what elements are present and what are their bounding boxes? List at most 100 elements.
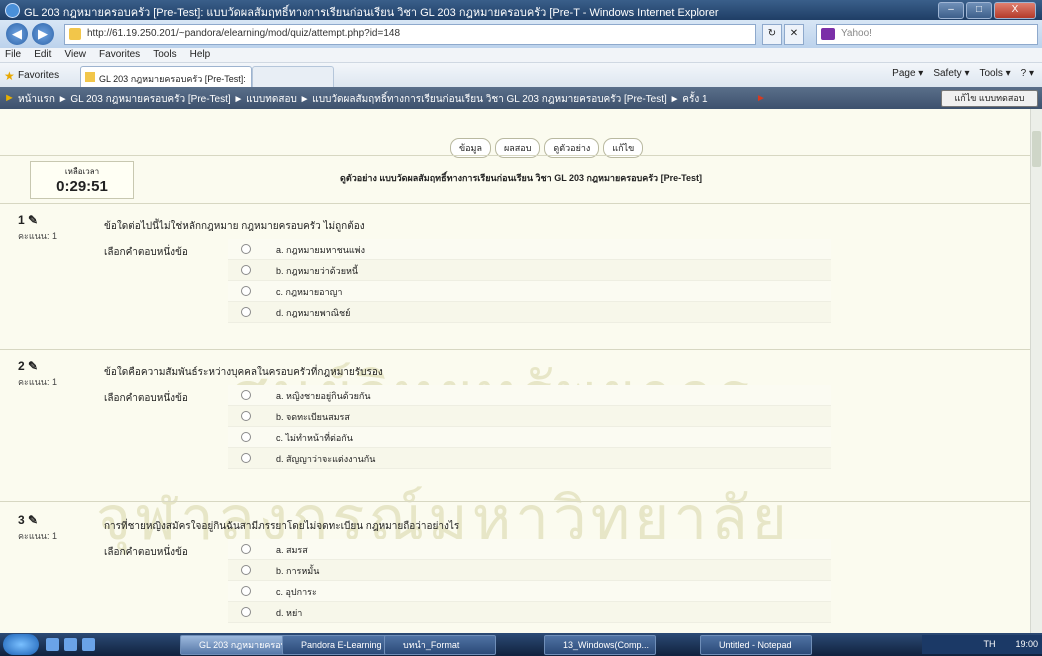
taskbar-button-word[interactable]: 13_Windows(Comp... xyxy=(544,635,656,655)
quicklaunch-media-icon[interactable] xyxy=(82,638,95,651)
timer-label: เหลือเวลา xyxy=(64,167,100,176)
option-label: b. การหมั้น xyxy=(276,566,320,576)
radio-button[interactable] xyxy=(241,244,251,254)
answer-option[interactable]: d. สัญญาว่าจะแต่งงานกัน xyxy=(228,448,831,469)
question-score: คะแนน: 1 xyxy=(18,531,57,541)
answer-option[interactable]: d. กฎหมายพาณิชย์ xyxy=(228,302,831,323)
option-label: b. จดทะเบียนสมรส xyxy=(276,412,350,422)
page-title: ดูตัวอย่าง แบบวัดผลสัมฤทธิ์ทางการเรียนก่… xyxy=(340,173,702,183)
answer-option[interactable]: d. หย่า xyxy=(228,602,831,623)
minimize-button[interactable]: – xyxy=(938,2,964,19)
page-favicon-icon xyxy=(69,28,81,40)
answer-prompt: เลือกคำตอบหนึ่งข้อ xyxy=(104,393,188,404)
system-tray: TH 19:00 xyxy=(922,635,1042,654)
answer-options: a. กฎหมายมหาชนแพ่ง b. กฎหมายว่าด้วยหนี้ … xyxy=(228,239,831,323)
option-label: c. ไม่ทำหน้าที่ต่อกัน xyxy=(276,433,353,443)
radio-button[interactable] xyxy=(241,544,251,554)
menu-edit[interactable]: Edit xyxy=(29,48,56,62)
language-indicator[interactable]: TH xyxy=(983,639,995,649)
safety-menu[interactable]: Safety ▾ xyxy=(933,68,969,79)
radio-button[interactable] xyxy=(241,265,251,275)
taskbar: GL 203 กฎหมายครอบครัว... Pandora E-Learn… xyxy=(0,633,1042,656)
divider xyxy=(0,155,1031,156)
quicklaunch-desktop-icon[interactable] xyxy=(64,638,77,651)
taskbar-button-ie[interactable]: GL 203 กฎหมายครอบครัว... xyxy=(180,635,292,655)
start-button[interactable] xyxy=(3,634,39,655)
radio-button[interactable] xyxy=(241,411,251,421)
answer-option[interactable]: c. ไม่ทำหน้าที่ต่อกัน xyxy=(228,427,831,448)
window-title: GL 203 กฎหมายครอบครัว [Pre-Test]: แบบวัด… xyxy=(24,7,719,19)
taskbar-button-notepad[interactable]: Untitled - Notepad xyxy=(700,635,812,655)
radio-button[interactable] xyxy=(241,432,251,442)
taskbar-button-format[interactable]: บทนำ_Format xyxy=(384,635,496,655)
radio-button[interactable] xyxy=(241,286,251,296)
menu-tools[interactable]: Tools xyxy=(148,48,181,62)
answer-option[interactable]: b. กฎหมายว่าด้วยหนี้ xyxy=(228,260,831,281)
tab-title: GL 203 กฎหมายครอบครัว [Pre-Test]: แบบวัด… xyxy=(99,74,247,84)
stop-button[interactable]: ✕ xyxy=(784,24,804,45)
back-button[interactable]: ◀ xyxy=(6,23,28,45)
option-label: a. กฎหมายมหาชนแพ่ง xyxy=(276,245,365,255)
scrollbar-thumb[interactable] xyxy=(1032,131,1041,167)
favorites-star-icon[interactable]: ★ xyxy=(4,69,15,83)
answer-option[interactable]: b. จดทะเบียนสมรส xyxy=(228,406,831,427)
radio-button[interactable] xyxy=(241,586,251,596)
favorites-bar: ★ Favorites GL 203 กฎหมายครอบครัว [Pre-T… xyxy=(0,63,1042,88)
question-number: 2 ✎ xyxy=(18,359,39,373)
question-text: การที่ชายหญิงสมัครใจอยู่กินฉันสามีภรรยาโ… xyxy=(104,521,460,532)
radio-button[interactable] xyxy=(241,453,251,463)
divider xyxy=(0,203,1031,204)
answer-option[interactable]: c. อุปการะ xyxy=(228,581,831,602)
yahoo-icon xyxy=(821,28,835,40)
help-menu[interactable]: ? ▾ xyxy=(1021,68,1034,79)
timer-value: 0:29:51 xyxy=(56,178,108,195)
answer-option[interactable]: a. สมรส xyxy=(228,539,831,560)
quicklaunch-ie-icon[interactable] xyxy=(46,638,59,651)
timer-box: เหลือเวลา 0:29:51 xyxy=(30,161,134,199)
tab-favicon-icon xyxy=(85,72,95,82)
radio-button[interactable] xyxy=(241,607,251,617)
search-input[interactable]: Yahoo! xyxy=(816,24,1038,45)
page-menu[interactable]: Page ▾ xyxy=(892,68,923,79)
flag-icon: ► xyxy=(756,93,766,104)
answer-option[interactable]: a. หญิงชายอยู่กินด้วยกัน xyxy=(228,385,831,406)
close-button[interactable]: X xyxy=(994,2,1036,19)
tools-menu[interactable]: Tools ▾ xyxy=(979,68,1010,79)
answer-option[interactable]: c. กฎหมายอาญา xyxy=(228,281,831,302)
new-tab-button[interactable] xyxy=(252,66,334,87)
menu-bar: File Edit View Favorites Tools Help xyxy=(0,48,1042,63)
page-content: ศูนย์วิทยทรัพยากร จุฬาลงกรณ์มหาวิทยาลัย … xyxy=(0,109,1031,633)
vertical-scrollbar[interactable] xyxy=(1030,109,1042,633)
forward-button[interactable]: ▶ xyxy=(32,23,54,45)
option-label: d. หย่า xyxy=(276,608,303,618)
radio-button[interactable] xyxy=(241,307,251,317)
menu-file[interactable]: File xyxy=(0,48,26,62)
address-input[interactable]: http://61.19.250.201/~pandora/elearning/… xyxy=(64,24,756,45)
clock[interactable]: 19:00 xyxy=(1015,639,1038,649)
breadcrumb-arrow-icon: ► xyxy=(4,92,15,104)
option-label: d. กฎหมายพาณิชย์ xyxy=(276,308,351,318)
maximize-button[interactable]: □ xyxy=(966,2,992,19)
answer-options: a. หญิงชายอยู่กินด้วยกัน b. จดทะเบียนสมร… xyxy=(228,385,831,469)
refresh-button[interactable]: ↻ xyxy=(762,24,782,45)
option-label: c. อุปการะ xyxy=(276,587,317,597)
search-placeholder: Yahoo! xyxy=(841,28,872,39)
answer-option[interactable]: a. กฎหมายมหาชนแพ่ง xyxy=(228,239,831,260)
menu-view[interactable]: View xyxy=(59,48,91,62)
answer-options: a. สมรส b. การหมั้น c. อุปการะ d. หย่า xyxy=(228,539,831,623)
breadcrumb[interactable]: หน้าแรก ► GL 203 กฎหมายครอบครัว [Pre-Tes… xyxy=(18,92,708,107)
address-toolbar: ◀ ▶ http://61.19.250.201/~pandora/elearn… xyxy=(0,20,1042,48)
edit-quiz-button[interactable]: แก้ไข แบบทดสอบ xyxy=(941,90,1038,107)
option-label: a. หญิงชายอยู่กินด้วยกัน xyxy=(276,391,371,401)
question-score: คะแนน: 1 xyxy=(18,231,57,241)
taskbar-button-pandora[interactable]: Pandora E-Learning - ... xyxy=(282,635,394,655)
radio-button[interactable] xyxy=(241,565,251,575)
radio-button[interactable] xyxy=(241,390,251,400)
browser-tab-active[interactable]: GL 203 กฎหมายครอบครัว [Pre-Test]: แบบวัด… xyxy=(80,66,252,87)
menu-help[interactable]: Help xyxy=(185,48,216,62)
divider xyxy=(0,349,1031,350)
favorites-button[interactable]: Favorites xyxy=(18,70,59,81)
answer-option[interactable]: b. การหมั้น xyxy=(228,560,831,581)
answer-prompt: เลือกคำตอบหนึ่งข้อ xyxy=(104,247,188,258)
menu-favorites[interactable]: Favorites xyxy=(94,48,145,62)
